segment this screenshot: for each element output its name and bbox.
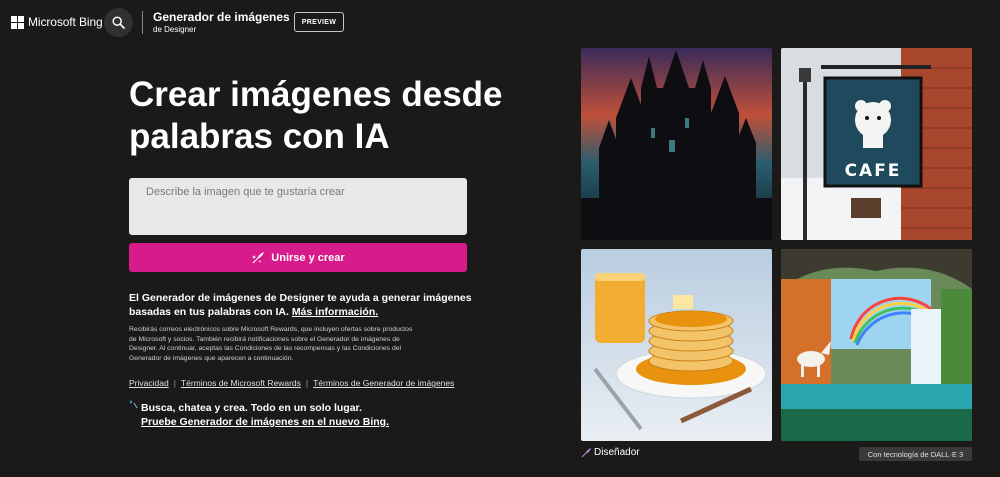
create-icon	[252, 251, 265, 263]
pancakes-image	[581, 249, 772, 441]
page-title: Crear imágenes desde palabras con IA	[129, 75, 503, 156]
microsoft-bing-logo[interactable]: Microsoft Bing	[11, 15, 103, 29]
designer-label-text: Diseñador	[594, 447, 640, 458]
join-button-label: Unirse y crear	[271, 251, 345, 264]
terms-links: Privacidad | Términos de Microsoft Rewar…	[129, 378, 454, 388]
join-and-create-button[interactable]: Unirse y crear	[129, 243, 467, 272]
cafe-sign-text: CAFE	[845, 161, 902, 181]
preview-badge: PREVIEW	[294, 12, 344, 32]
rewards-disclaimer: Recibirás correos electrónicos sobre Mic…	[129, 326, 413, 362]
waterfall-image	[781, 249, 972, 441]
app-title[interactable]: Generador de imágenes	[153, 10, 290, 24]
link-separator: |	[305, 378, 309, 388]
gallery-image-cafe[interactable]: CAFE	[781, 48, 972, 240]
try-new-bing-link[interactable]: Pruebe Generador de imágenes en el nuevo…	[141, 416, 389, 428]
brand-name: Microsoft Bing	[28, 15, 103, 29]
link-separator: |	[173, 378, 176, 388]
gallery-image-pancakes[interactable]	[581, 249, 772, 441]
designer-label[interactable]: Diseñador	[581, 447, 640, 458]
designer-icon	[581, 447, 591, 457]
privacy-link[interactable]: Privacidad	[129, 378, 169, 388]
promo-text: Busca, chatea y crea. Todo en un solo lu…	[141, 402, 362, 414]
cafe-image: CAFE	[781, 48, 972, 240]
description: El Generador de imágenes de Designer te …	[129, 291, 479, 319]
castle-image	[581, 48, 772, 240]
dalle-badge: Con tecnología de DALL·E 3	[859, 447, 972, 461]
sparkle-icon	[129, 400, 138, 409]
search-button[interactable]	[104, 8, 133, 37]
microsoft-logo-icon	[11, 15, 24, 29]
search-icon	[112, 16, 125, 29]
app-subtitle: de Designer	[153, 25, 197, 34]
gallery-image-castle[interactable]	[581, 48, 772, 240]
rewards-terms-link[interactable]: Términos de Microsoft Rewards	[181, 378, 301, 388]
gallery-image-waterfall[interactable]	[781, 249, 972, 441]
prompt-input[interactable]	[129, 178, 467, 235]
more-info-link[interactable]: Más información.	[292, 306, 378, 318]
top-bar: Microsoft Bing Generador de imágenes de …	[0, 0, 1000, 44]
header-divider	[142, 11, 143, 34]
generator-terms-link[interactable]: Términos de Generador de imágenes	[313, 378, 454, 388]
